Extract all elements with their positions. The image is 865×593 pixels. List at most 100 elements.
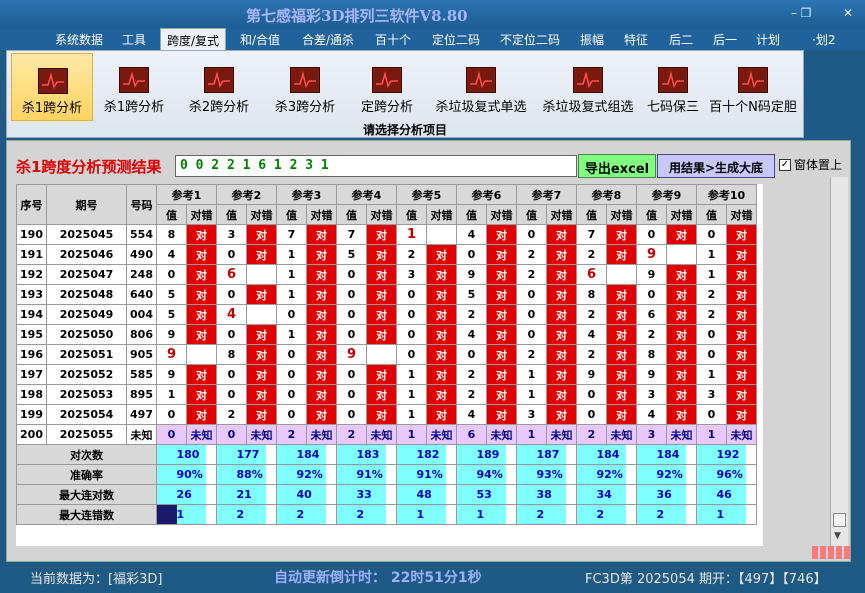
menu-item-10[interactable]: 后二: [669, 31, 693, 48]
table-row[interactable]: 197 2025052 585 9 对 0 对 0 对 0 对 1 对 2 对 1 对 9 对 9 对 1 对: [16, 364, 757, 385]
result-field[interactable]: 0 0 2 2 1 6 1 2 3 1: [175, 155, 577, 177]
table-row[interactable]: 199 2025054 497 0 对 2 对 0 对 0 对 1 对 4 对 3 对 0 对 4 对 0 对: [16, 404, 757, 425]
tool-button-8[interactable]: 百十个N码定胆: [707, 53, 799, 121]
tool-button-2[interactable]: 杀2跨分析: [179, 53, 259, 121]
cell-hit: 对: [606, 224, 637, 245]
cell-value: 0: [276, 364, 307, 385]
tool-button-7[interactable]: 七码保三: [641, 53, 705, 121]
cell-hit: 对: [246, 344, 277, 365]
analysis-panel: 杀1跨度分析预测结果 0 0 2 2 1 6 1 2 3 1 导出excel 用…: [6, 140, 851, 562]
sub-header-val: 值: [156, 204, 187, 225]
menu-item-3[interactable]: 和/合值: [240, 31, 280, 48]
stat-value: 36: [656, 484, 687, 505]
menu-item-4[interactable]: 合差/通杀: [302, 31, 354, 48]
stat-value: 91%: [356, 464, 387, 485]
close-icon[interactable]: ✕: [838, 6, 858, 20]
cell-idx: 196: [16, 344, 47, 365]
table-row[interactable]: 198 2025053 895 1 对 0 对 0 对 0 对 1 对 2 对 1 对 0 对 3 对 3 对: [16, 384, 757, 405]
tool-button-5[interactable]: 杀垃圾复式单选: [431, 53, 531, 121]
cell-number: 490: [126, 244, 157, 265]
table-row[interactable]: 195 2025050 806 9 对 0 对 1 对 0 对 0 对 4 对 0 对 4 对 2 对 0 对: [16, 324, 757, 345]
menu-item-6[interactable]: 定位二码: [432, 31, 480, 48]
ontop-checkbox[interactable]: ✓ 窗体置上: [779, 156, 842, 173]
scroll-thumb[interactable]: [833, 513, 846, 527]
sub-header-hit: 对错: [666, 204, 697, 225]
cell-value: 7: [336, 224, 367, 245]
cell-hit: 对: [486, 364, 517, 385]
scroll-down-icon[interactable]: ▼: [834, 531, 841, 541]
cell-hit: 对: [246, 364, 277, 385]
table-row[interactable]: 193 2025048 640 5 对 0 对 1 对 0 对 0 对 5 对 0 对 8 对 0 对 2 对: [16, 284, 757, 305]
table-row[interactable]: 191 2025046 490 4 对 0 对 1 对 5 对 2 对 0 对 2 对 2 对 9 1 对: [16, 244, 757, 265]
table-row[interactable]: 194 2025049 004 5 对 4 0 对 0 对 0 对 2 对 0 对 2 对 6 对 2 对: [16, 304, 757, 325]
menu-item-13[interactable]: ·划2: [812, 31, 835, 48]
stat-value: 33: [356, 484, 387, 505]
checkbox-icon[interactable]: ✓: [779, 158, 791, 171]
menu-item-7[interactable]: 不定位二码: [500, 31, 560, 48]
cell-hit: [606, 264, 637, 285]
cell-hit: 对: [306, 264, 337, 285]
current-data-label: 当前数据为：[福彩3D]: [30, 572, 163, 587]
cell-value: 0: [516, 224, 547, 245]
cell-idx: 191: [16, 244, 47, 265]
tool-label: 杀1跨分析: [103, 100, 165, 115]
export-excel-button[interactable]: 导出excel: [578, 154, 656, 178]
cell-value: 0: [276, 304, 307, 325]
menu-item-0[interactable]: 系统数据: [55, 31, 103, 48]
maximize-icon[interactable]: ❐: [796, 6, 816, 20]
cell-hit: 对: [666, 304, 697, 325]
cell-hit: 对: [306, 344, 337, 365]
cell-value: 8: [156, 224, 187, 245]
tool-button-0[interactable]: 杀1跨分析: [11, 53, 93, 121]
sub-header-hit: 对错: [726, 204, 757, 225]
stat-value: 184: [656, 444, 687, 465]
cell-value: 1: [276, 324, 307, 345]
tool-button-4[interactable]: 定跨分析: [349, 53, 425, 121]
cell-period: 2025049: [46, 304, 127, 325]
stat-row: 最大连对数 26 21 40 33 48 53 38 34 36 46: [16, 484, 757, 505]
tool-button-1[interactable]: 杀1跨分析: [95, 53, 173, 121]
menu-item-2[interactable]: 跨度/复式: [160, 28, 227, 51]
table-row[interactable]: 200 2025055 未知 0 未知 0 未知 2 未知 2 未知 1 未知 6 未知 1 未知 2 未知 3 未知 1…: [16, 424, 757, 445]
cell-value: 0: [216, 384, 247, 405]
cell-hit: 对: [486, 404, 517, 425]
cell-hit: 对: [606, 344, 637, 365]
vertical-scrollbar[interactable]: ▼: [830, 177, 848, 549]
tool-button-6[interactable]: 杀垃圾复式组选: [537, 53, 639, 121]
cell-value: 4: [576, 324, 607, 345]
stat-value: 1: [476, 504, 507, 525]
cell-value: 1: [156, 384, 187, 405]
menu-item-5[interactable]: 百十个: [375, 31, 411, 48]
cell-idx: 198: [16, 384, 47, 405]
stat-value: 1: [416, 504, 447, 525]
table-row[interactable]: 190 2025045 554 8 对 3 对 7 对 7 对 1 4 对 0 对 7 对 0 对 0 对: [16, 224, 757, 245]
table-row[interactable]: 192 2025047 248 0 对 6 1 对 0 对 3 对 9 对 2 对 6 9 对 1 对: [16, 264, 757, 285]
cell-value: 2: [576, 304, 607, 325]
menu-item-1[interactable]: 工具: [122, 31, 146, 48]
menu-item-9[interactable]: 特征: [624, 31, 648, 48]
menu-item-11[interactable]: 后一: [713, 31, 737, 48]
cell-value: 1: [396, 364, 427, 385]
cell-value: 0: [216, 284, 247, 305]
sub-header-hit: 对错: [306, 204, 337, 225]
menu-item-8[interactable]: 振幅: [580, 31, 604, 48]
cell-value: 9: [576, 364, 607, 385]
cell-hit: 对: [426, 364, 457, 385]
cell-hit: 对: [246, 244, 277, 265]
cell-value: 4: [456, 404, 487, 425]
cell-hit: 对: [486, 324, 517, 345]
cell-hit: 未知: [306, 424, 337, 445]
sub-header-hit: 对错: [366, 204, 397, 225]
cell-hit: 对: [186, 244, 217, 265]
generate-base-button[interactable]: 用结果>生成大底: [657, 154, 775, 178]
ref-header-1: 参考1: [156, 184, 217, 205]
countdown-label: 自动更新倒计时： 22时51分1秒: [274, 570, 482, 586]
menu-item-12[interactable]: 计划: [756, 31, 780, 48]
ref-header-8: 参考8: [576, 184, 637, 205]
cell-hit: 未知: [546, 424, 577, 445]
cell-number: 未知: [126, 424, 157, 445]
table-row[interactable]: 196 2025051 905 9 8 对 0 对 9 0 对 0 对 2 对 2 对 8 对 0 对: [16, 344, 757, 365]
cell-hit: 对: [186, 404, 217, 425]
cell-hit: 对: [366, 244, 397, 265]
tool-button-3[interactable]: 杀3跨分析: [265, 53, 345, 121]
